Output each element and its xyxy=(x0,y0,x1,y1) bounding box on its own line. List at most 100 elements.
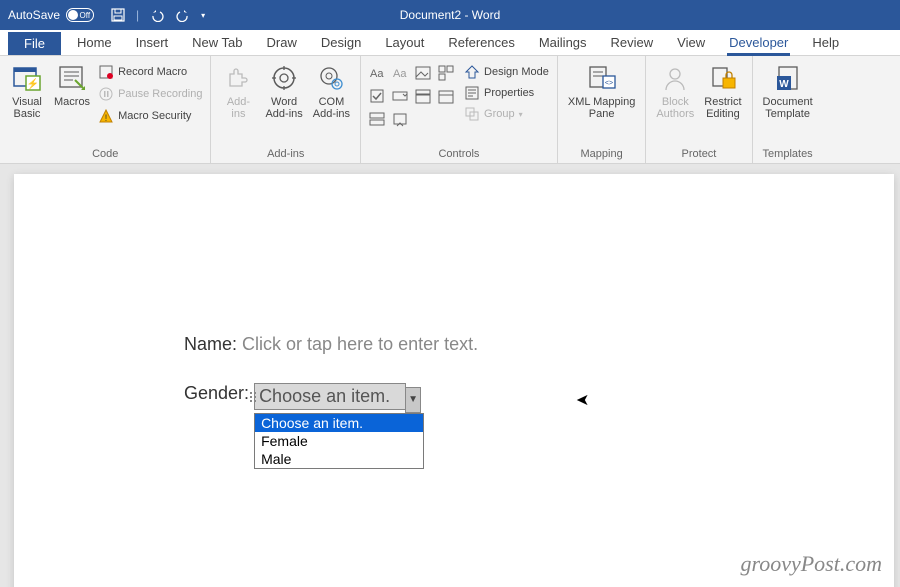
tab-file[interactable]: File xyxy=(8,32,61,55)
ribbon-tabstrip: File Home Insert New Tab Draw Design Lay… xyxy=(0,30,900,56)
gender-label: Gender: xyxy=(184,383,249,403)
tab-design[interactable]: Design xyxy=(309,31,373,55)
pause-icon xyxy=(98,86,114,102)
group-icon xyxy=(464,106,480,122)
group-controls-label: Controls xyxy=(367,146,551,162)
autosave-toggle[interactable]: Off xyxy=(66,8,94,22)
design-mode-icon xyxy=(464,64,480,80)
group-mapping: <> XML Mapping Pane Mapping xyxy=(558,56,646,163)
restrict-editing-icon xyxy=(707,62,739,94)
tab-insert[interactable]: Insert xyxy=(124,31,181,55)
tab-newtab[interactable]: New Tab xyxy=(180,31,254,55)
properties-icon xyxy=(464,85,480,101)
qat-separator: | xyxy=(136,8,139,22)
svg-text:<>: <> xyxy=(605,80,613,87)
pause-recording-button: Pause Recording xyxy=(96,85,204,103)
word-addins-icon xyxy=(268,62,300,94)
record-macro-icon xyxy=(98,64,114,80)
svg-text:Aa: Aa xyxy=(393,68,407,80)
buildingblock-control-icon[interactable] xyxy=(436,63,456,83)
svg-text:⚡: ⚡ xyxy=(27,77,39,90)
group-controls: Aa Aa Design Mode Properties xyxy=(361,56,558,163)
group-button: Group ▾ xyxy=(462,105,551,123)
ribbon: ⚡ Visual Basic Macros Record Macro Pause… xyxy=(0,56,900,164)
name-placeholder[interactable]: Click or tap here to enter text. xyxy=(242,334,478,354)
toggle-knob xyxy=(68,10,78,20)
autosave-control[interactable]: AutoSave Off xyxy=(0,8,102,22)
qat-dropdown-icon[interactable]: ▾ xyxy=(201,11,205,20)
tab-draw[interactable]: Draw xyxy=(255,31,309,55)
addins-button: Add- ins xyxy=(217,59,259,146)
richtext-control-icon[interactable]: Aa xyxy=(367,63,387,83)
chevron-down-icon: ▾ xyxy=(519,110,523,119)
watermark-text: groovyPost.com xyxy=(740,551,882,577)
document-template-button[interactable]: W Document Template xyxy=(759,59,817,146)
xml-mapping-button[interactable]: <> XML Mapping Pane xyxy=(564,59,639,146)
svg-text:!: ! xyxy=(105,113,108,123)
content-controls-gallery: Aa Aa xyxy=(367,59,456,146)
plaintext-control-icon[interactable]: Aa xyxy=(390,63,410,83)
combobox-display[interactable]: Choose an item. xyxy=(254,383,406,410)
block-authors-button: Block Authors xyxy=(652,59,698,146)
combobox-arrow-button[interactable]: ▼ ➤ xyxy=(405,387,421,413)
tab-help[interactable]: Help xyxy=(800,31,851,55)
drag-handle-icon[interactable] xyxy=(250,392,256,402)
undo-icon[interactable] xyxy=(149,7,165,23)
picture-control-icon[interactable] xyxy=(413,63,433,83)
svg-text:Aa: Aa xyxy=(370,68,384,80)
restrict-editing-button[interactable]: Restrict Editing xyxy=(700,59,745,146)
combobox-control-icon[interactable] xyxy=(390,86,410,106)
title-bar: AutoSave Off | ▾ Document2 - Word xyxy=(0,0,900,30)
datepicker-control-icon[interactable] xyxy=(436,86,456,106)
redo-icon[interactable] xyxy=(175,7,191,23)
document-page[interactable]: Name: Click or tap here to enter text. G… xyxy=(14,174,894,587)
save-icon[interactable] xyxy=(110,7,126,23)
name-label: Name: xyxy=(184,334,237,354)
group-mapping-label: Mapping xyxy=(564,146,639,162)
block-authors-icon xyxy=(659,62,691,94)
quick-access-toolbar: | ▾ xyxy=(102,7,213,23)
properties-button[interactable]: Properties xyxy=(462,84,551,102)
word-addins-button[interactable]: Word Add-ins xyxy=(261,59,306,146)
tab-references[interactable]: References xyxy=(436,31,526,55)
tab-view[interactable]: View xyxy=(665,31,717,55)
svg-text:W: W xyxy=(779,79,789,90)
combobox-dropdown: Choose an item. Female Male xyxy=(254,413,424,469)
dropdown-option[interactable]: Choose an item. xyxy=(255,414,423,432)
autosave-label: AutoSave xyxy=(8,8,60,22)
tab-review[interactable]: Review xyxy=(599,31,666,55)
warning-icon: ! xyxy=(98,108,114,124)
tab-mailings[interactable]: Mailings xyxy=(527,31,599,55)
group-protect: Block Authors Restrict Editing Protect xyxy=(646,56,752,163)
tab-home[interactable]: Home xyxy=(65,31,124,55)
record-macro-button[interactable]: Record Macro xyxy=(96,63,204,81)
group-templates-label: Templates xyxy=(759,146,817,162)
tab-developer[interactable]: Developer xyxy=(717,31,800,55)
name-field-row: Name: Click or tap here to enter text. xyxy=(184,334,894,355)
repeating-control-icon[interactable] xyxy=(367,109,387,129)
addins-icon xyxy=(222,62,254,94)
com-addins-button[interactable]: COM Add-ins xyxy=(309,59,354,146)
com-addins-icon xyxy=(315,62,347,94)
visual-basic-icon: ⚡ xyxy=(11,62,43,94)
autosave-state: Off xyxy=(80,11,91,20)
document-template-icon: W xyxy=(772,62,804,94)
group-templates: W Document Template Templates xyxy=(753,56,823,163)
macros-button[interactable]: Macros xyxy=(50,59,94,146)
xml-mapping-icon: <> xyxy=(586,62,618,94)
dropdown-control-icon[interactable] xyxy=(413,86,433,106)
visual-basic-button[interactable]: ⚡ Visual Basic xyxy=(6,59,48,146)
gender-field-row: Gender: Choose an item. ▼ ➤ Choose an it… xyxy=(184,383,894,413)
group-addins: Add- ins Word Add-ins COM Add-ins Add-in… xyxy=(211,56,361,163)
group-code-label: Code xyxy=(6,146,204,162)
group-code: ⚡ Visual Basic Macros Record Macro Pause… xyxy=(0,56,211,163)
design-mode-button[interactable]: Design Mode xyxy=(462,63,551,81)
dropdown-option[interactable]: Female xyxy=(255,432,423,450)
gender-combobox[interactable]: Choose an item. ▼ ➤ Choose an item. Fema… xyxy=(254,383,421,413)
group-addins-label: Add-ins xyxy=(217,146,354,162)
dropdown-option[interactable]: Male xyxy=(255,450,423,468)
macro-security-button[interactable]: ! Macro Security xyxy=(96,107,204,125)
tab-layout[interactable]: Layout xyxy=(373,31,436,55)
checkbox-control-icon[interactable] xyxy=(367,86,387,106)
legacy-tools-icon[interactable] xyxy=(390,109,410,129)
